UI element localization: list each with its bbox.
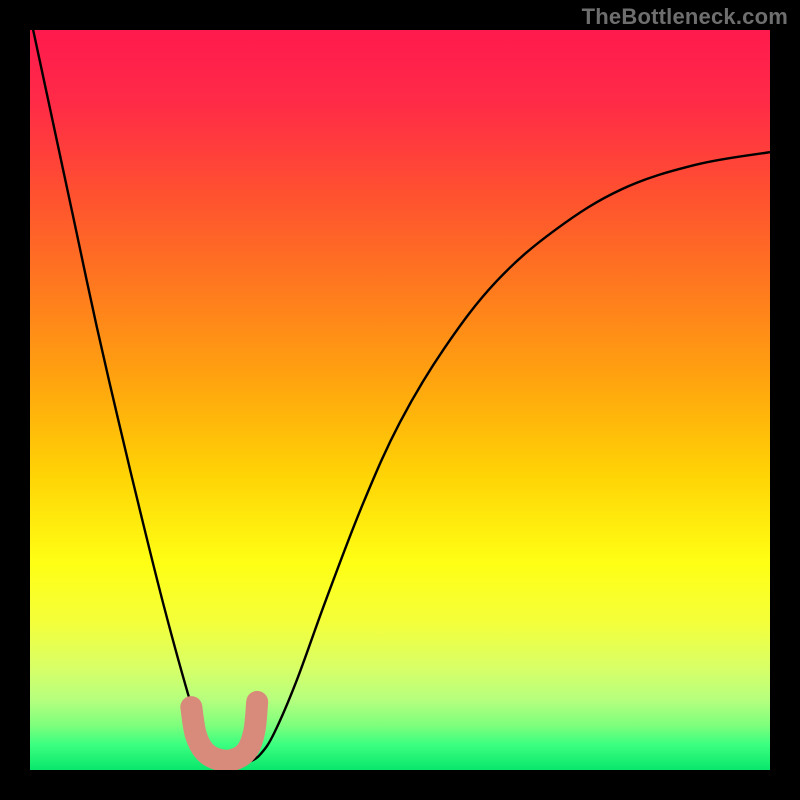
watermark-text: TheBottleneck.com [582, 4, 788, 30]
chart-frame: TheBottleneck.com [0, 0, 800, 800]
gradient-background [30, 30, 770, 770]
bottleneck-chart [30, 30, 770, 770]
